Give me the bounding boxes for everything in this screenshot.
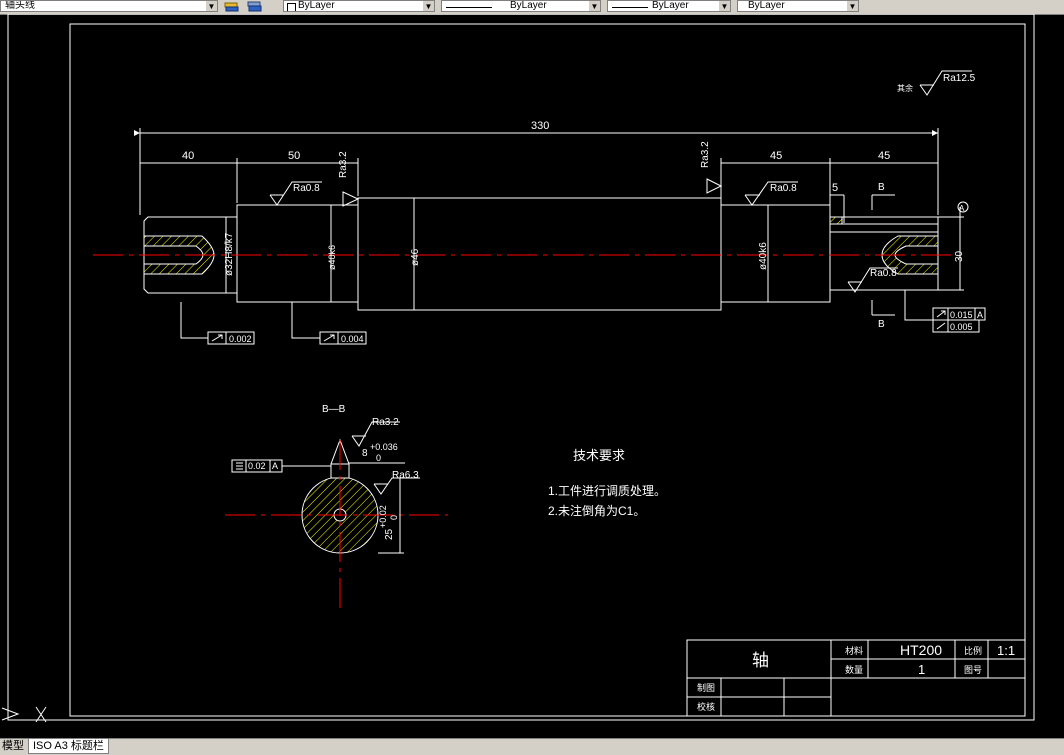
section-mark-top: B [878,182,885,193]
roughness-symbols [269,70,972,293]
key-tol-lower: 0 [376,453,381,463]
layer-dropdown[interactable]: 轴头线 ▼ [0,0,218,12]
linetype-dropdown[interactable]: ByLayer ▼ [441,0,601,12]
key-tol-upper: +0.036 [370,442,398,452]
chevron-down-icon: ▼ [847,1,858,11]
rough-32-a: Ra3.2 [338,151,349,178]
drawn-label: 制图 [697,682,715,693]
tol-runout-1: 0.002 [229,334,252,344]
tab-layout[interactable]: ISO A3 标题栏 [28,739,109,754]
scale-label: 比例 [964,645,982,656]
dim-50: 50 [288,150,300,162]
sheet-border [7,14,1035,721]
qty-label: 数量 [845,664,863,675]
tol-runout-3: 0.015 [950,310,973,320]
rough-125: Ra12.5 [943,73,976,84]
plotstyle-value: ByLayer [748,0,785,11]
drawing-canvas[interactable]: 330 40 50 45 45 5 Ra0.8 Ra0.8 Ra0.8 Ra12… [0,14,1064,738]
checked-label: 校核 [697,701,715,712]
part-name: 轴 [752,651,769,670]
properties-toolbar: 轴头线 ▼ ByLayer ▼ ByLayer ▼ ByLayer ▼ ByLa… [0,0,1064,15]
key-width: 8 [362,448,368,459]
technical-requirements: 技术要求 1.工件进行调质处理。 2.未注倒角为C1。 [548,448,666,518]
dim-45-a: 45 [770,150,782,162]
tech-2: 2.未注倒角为C1。 [548,503,645,518]
section-view: B—B Ra3.2 Ra6.3 8 +0.036 0 0.02 A 25 +0.… [225,404,448,612]
keyway-hatch [829,216,843,225]
layer-previous-icon[interactable] [246,0,264,12]
rough-08-a: Ra0.8 [293,183,320,194]
layer-state-icon[interactable] [224,0,240,12]
dim-40: 40 [182,150,194,162]
section-rough-32: Ra3.2 [372,417,399,428]
material: HT200 [900,642,942,658]
shaft-main-view [143,197,939,311]
lineweight-sample-icon [612,7,648,8]
scale: 1:1 [997,643,1015,658]
lineweight-dropdown[interactable]: ByLayer ▼ [607,0,731,12]
datum-a: A [959,204,965,213]
chevron-down-icon: ▼ [423,1,434,11]
title-block-texts: 轴 材料 HT200 比例 1:1 数量 1 图号 制图 校核 [697,642,1015,712]
dimension-texts: 330 40 50 45 45 5 Ra0.8 Ra0.8 Ra0.8 Ra12… [182,73,976,330]
section-rough-63: Ra6.3 [392,470,419,481]
tol-runout-3-ref: A [977,310,983,320]
depth: 25 [384,528,395,540]
material-label: 材料 [845,645,863,656]
drawing-no-label: 图号 [964,665,982,675]
tol-runout-2: 0.004 [341,334,364,344]
rough-08-c: Ra0.8 [870,268,897,279]
tech-title: 技术要求 [573,448,625,463]
dia-40k6-left: ø40k6 [327,245,337,270]
color-value: ByLayer [298,0,335,11]
sym-tol-ref: A [272,461,278,471]
dia-46: ø46 [410,248,421,266]
tolerance-frames [207,307,986,345]
rough-rest-label: 其余 [897,83,913,93]
linetype-sample-icon [446,7,492,8]
plotstyle-dropdown[interactable]: ByLayer ▼ [737,0,859,12]
tab-model[interactable]: 模型 [0,739,26,753]
dim-5: 5 [832,182,838,194]
drawing-svg: 330 40 50 45 45 5 Ra0.8 Ra0.8 Ra0.8 Ra12… [1,14,1035,723]
dia-left: ø32H8/k7 [224,232,235,276]
section-mark-bottom: B [878,319,885,330]
chevron-down-icon: ▼ [719,1,730,11]
depth-tol-lower: 0 [389,515,399,520]
tol-runout-4: 0.005 [950,322,973,332]
chevron-down-icon: ▼ [589,1,600,11]
dimension-lines [134,128,964,339]
rough-08-b: Ra0.8 [770,183,797,194]
color-swatch-icon [287,3,296,11]
section-title: B—B [322,404,346,415]
tech-1: 1.工件进行调质处理。 [548,484,666,498]
sym-tol: 0.02 [248,461,266,471]
color-dropdown[interactable]: ByLayer ▼ [283,0,435,12]
depth-tol-upper: +0.02 [378,505,388,528]
dim-30: 30 [954,250,965,262]
dia-40k6-right: ø40k6 [758,242,769,270]
linetype-value: ByLayer [510,0,547,11]
layout-tabs: 模型 ISO A3 标题栏 [0,738,1064,755]
lineweight-value: ByLayer [652,0,689,11]
rough-32-b: Ra3.2 [700,141,711,168]
layer-name: 轴头线 [5,0,35,11]
dim-45-b: 45 [878,150,890,162]
tolerance-texts: 0.002 0.004 0.015 A 0.005 [229,310,983,344]
dim-330: 330 [531,120,549,132]
qty: 1 [918,662,925,677]
chevron-down-icon: ▼ [206,1,217,11]
